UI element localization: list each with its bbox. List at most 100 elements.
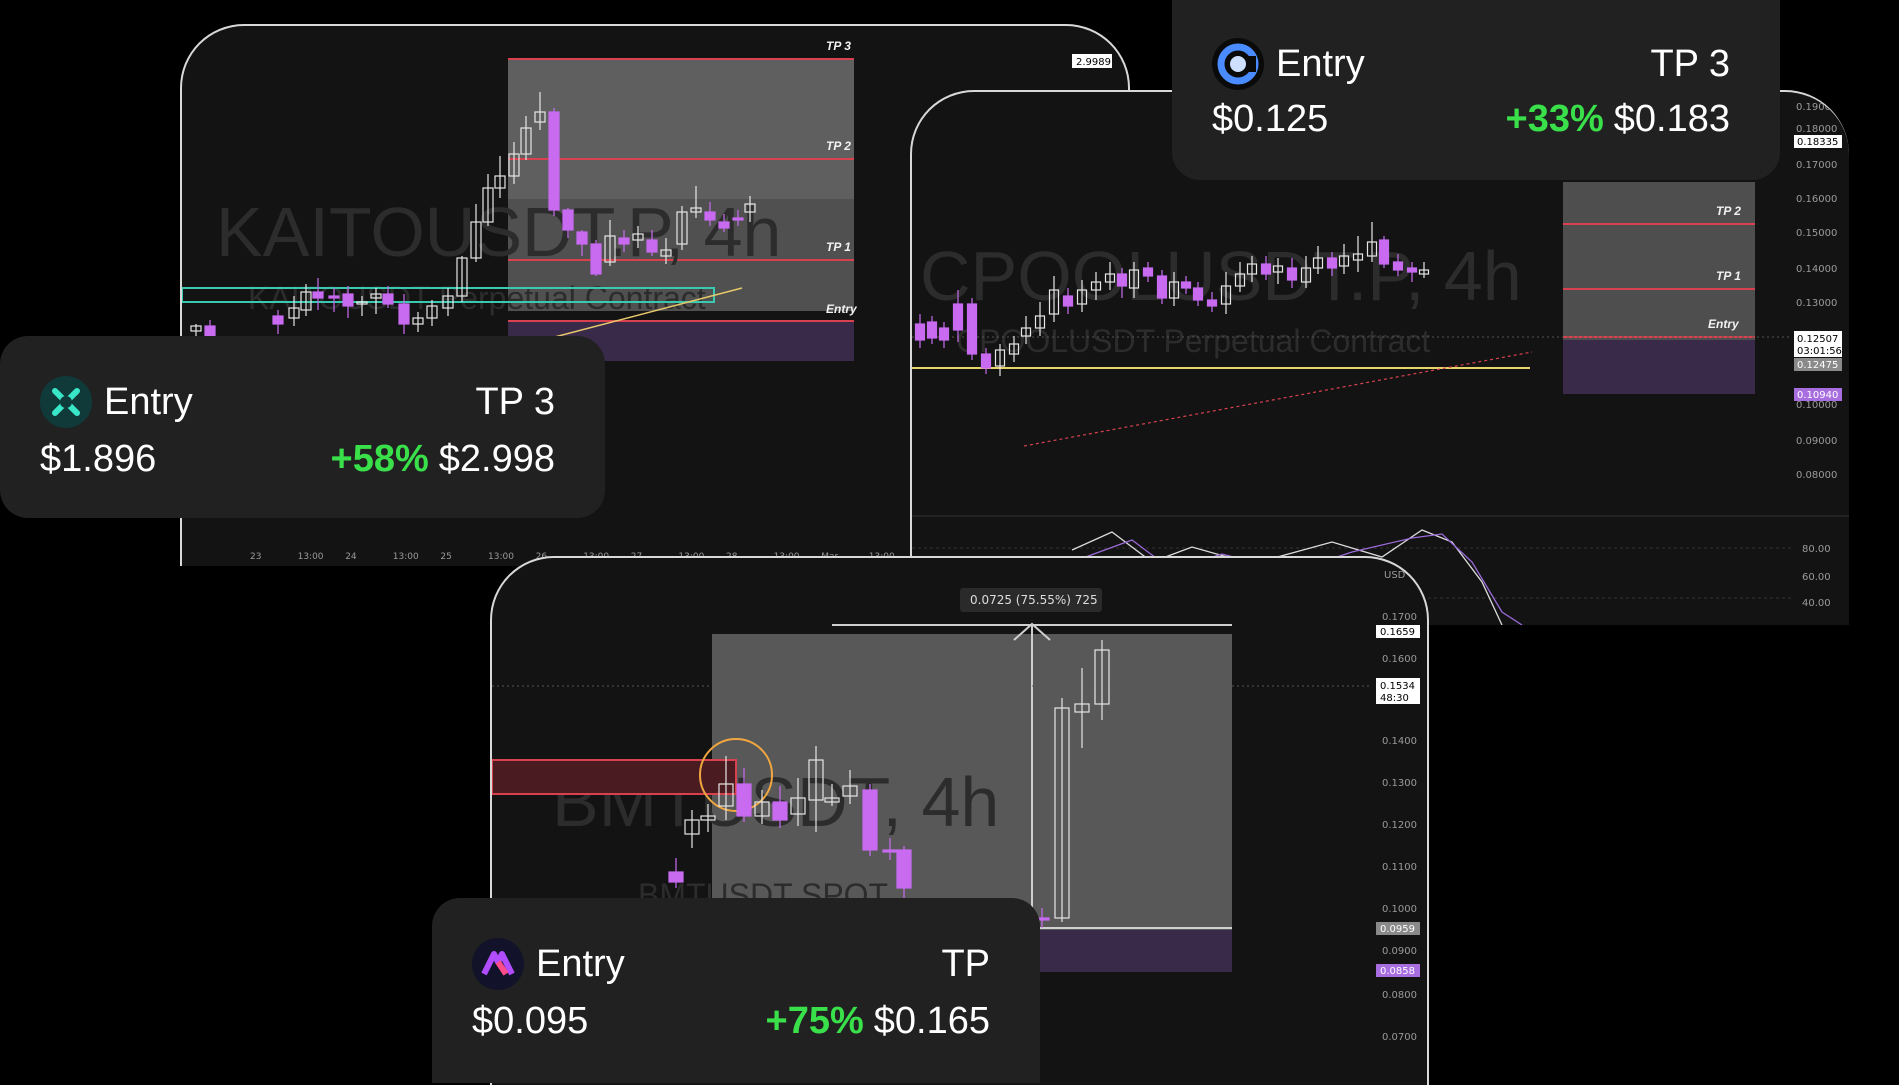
axis-tick-label: 0.0700 xyxy=(1382,1032,1417,1043)
cpool-trade-card: Entry TP 3 $0.125 +33% $0.183 xyxy=(1172,0,1780,180)
axis-tick-label: 0.1100 xyxy=(1382,862,1417,873)
candle-body xyxy=(882,849,898,853)
axis-tick-label: 0.1400 xyxy=(1382,736,1417,747)
cpool-coin-icon xyxy=(1212,38,1264,90)
cpool-countdown-text: 03:01:56 xyxy=(1797,346,1842,357)
candle-body xyxy=(736,783,752,817)
axis-tick-label: 0.18000 xyxy=(1796,124,1837,135)
cpool-gain: +33% xyxy=(1505,98,1604,140)
bmt-tp-label: TP xyxy=(941,942,990,985)
cpool-top-tag-text: 0.18335 xyxy=(1797,137,1838,148)
cpool-tp1-label: TP 1 xyxy=(1716,269,1741,283)
axis-tick-label: 0.13000 xyxy=(1796,298,1837,309)
candle-body xyxy=(646,239,658,253)
kaito-entry-label: Entry xyxy=(826,302,858,316)
kaito-symbol-watermark: KAITOUSDT.P, 4h xyxy=(216,193,781,271)
axis-tick-label: 0.19000 xyxy=(1796,102,1837,113)
candle-body xyxy=(1260,263,1272,275)
cpool-entry-label: Entry xyxy=(1276,42,1365,85)
candle-body xyxy=(1206,299,1218,307)
candle-body xyxy=(1378,239,1390,265)
axis-tick-label: 23 xyxy=(250,552,261,562)
kaito-price-tag-text: 2.9989 xyxy=(1076,57,1111,68)
axis-tick-label: 0.1000 xyxy=(1382,904,1417,915)
cpool-low-tag-text: 0.10940 xyxy=(1797,390,1838,401)
candle-body xyxy=(1392,261,1404,271)
axis-tick-label: 0.1300 xyxy=(1382,778,1417,789)
candle-body xyxy=(1156,275,1168,299)
bmt-entry-label: Entry xyxy=(536,942,625,985)
axis-tick-label: 24 xyxy=(345,552,357,562)
cpool-trendline xyxy=(1023,351,1533,447)
kaito-tp-price: $2.998 xyxy=(438,438,555,480)
candle-body xyxy=(862,789,878,851)
kaito-gain: +58% xyxy=(330,438,429,480)
kaito-trade-card: Entry TP 3 $1.896 +58% $2.998 xyxy=(0,336,605,518)
candle-body xyxy=(938,327,950,341)
candle-body xyxy=(1062,295,1074,307)
cpool-entry-label: Entry xyxy=(1708,317,1740,331)
kaito-tp2-label: TP 2 xyxy=(826,139,851,153)
kaito-tp3-label: TP 3 xyxy=(826,39,851,53)
axis-tick-label: 0.10000 xyxy=(1796,400,1837,411)
bmt-countdown-text: 48:30 xyxy=(1380,693,1409,704)
bmt-low-tag-text: 0.0858 xyxy=(1380,966,1415,977)
axis-tick-label: 0.1200 xyxy=(1382,820,1417,831)
kaito-tp1-label: TP 1 xyxy=(826,240,851,254)
candle-body xyxy=(398,303,410,325)
axis-tick-label: 13:00 xyxy=(393,552,419,562)
candle-body xyxy=(732,217,744,221)
kaito-upper-zone xyxy=(508,59,854,199)
axis-tick-label: 0.0800 xyxy=(1382,990,1417,1001)
bmt-gain: +75% xyxy=(765,1000,864,1042)
candle-body xyxy=(1142,267,1154,277)
candle-body xyxy=(590,243,602,275)
axis-tick-label: 25 xyxy=(440,552,451,562)
bmt-entry-tag-text: 0.0959 xyxy=(1380,924,1415,935)
candle-body xyxy=(576,231,588,245)
bmt-entry-price: $0.095 xyxy=(472,1000,589,1042)
cpool-tp-label: TP 3 xyxy=(1650,42,1730,85)
cpool-tp-price: $0.183 xyxy=(1613,98,1730,140)
kaito-tp-label: TP 3 xyxy=(475,380,555,423)
candle-body xyxy=(896,849,912,889)
candle-body xyxy=(562,209,574,231)
bmt-top-tag-text: 0.1659 xyxy=(1380,627,1415,638)
oscillator-tick-label: 60.00 xyxy=(1802,572,1831,583)
candle-body xyxy=(618,237,630,245)
candle-body xyxy=(772,801,788,821)
candle-body xyxy=(914,323,926,341)
candle-body xyxy=(312,291,324,299)
candle-body xyxy=(1326,257,1338,269)
bmt-tp-price: $0.165 xyxy=(873,1000,990,1042)
axis-tick-label: 0.16000 xyxy=(1796,194,1837,205)
candle-body xyxy=(1116,273,1128,287)
candle-body xyxy=(952,303,964,331)
bmt-trade-card: Entry TP $0.095 +75% $0.165 xyxy=(432,898,1040,1083)
oscillator-tick-label: 40.00 xyxy=(1802,598,1831,609)
axis-tick-label: 0.1600 xyxy=(1382,654,1417,665)
cpool-current-tag-text: 0.12507 xyxy=(1797,334,1838,345)
candle-body xyxy=(1192,287,1204,301)
axis-tick-label: 0.17000 xyxy=(1796,160,1837,171)
candle-body xyxy=(966,303,978,355)
candle-body xyxy=(342,293,354,307)
axis-tick-label: 13:00 xyxy=(298,552,324,562)
bmt-coin-icon xyxy=(472,938,524,990)
kaito-coin-icon xyxy=(40,376,92,428)
candle-body xyxy=(1286,267,1298,281)
candle-body xyxy=(1406,267,1418,273)
candle-body xyxy=(668,871,684,883)
candle-body xyxy=(926,321,938,339)
cpool-entry-tag-text: 0.12475 xyxy=(1797,360,1838,371)
kaito-entry-price: $1.896 xyxy=(40,438,157,480)
axis-tick-label: 0.0900 xyxy=(1382,946,1417,957)
axis-tick-label: 0.15000 xyxy=(1796,228,1837,239)
bmt-price-axis: 0.1700 0.1600 0.1400 0.1300 0.1200 0.1100 0.10… xyxy=(1382,612,1417,1043)
axis-tick-label: 0.08000 xyxy=(1796,470,1837,481)
candle-body xyxy=(272,315,284,325)
candle-body xyxy=(1180,281,1192,289)
bmt-currency-label: USD xyxy=(1384,570,1406,581)
kaito-entry-label: Entry xyxy=(104,380,193,423)
candle-body xyxy=(718,221,730,229)
